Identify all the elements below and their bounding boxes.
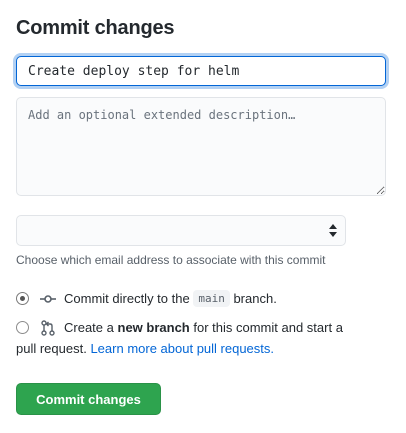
commit-changes-button[interactable]: Commit changes bbox=[16, 383, 161, 415]
email-note: Choose which email address to associate … bbox=[16, 253, 326, 267]
new-branch-bold: new branch bbox=[117, 320, 190, 335]
commit-direct-radio[interactable] bbox=[16, 292, 29, 305]
branch-name: main bbox=[193, 290, 230, 307]
direct-prefix: Commit directly to the bbox=[64, 291, 190, 306]
commit-summary-input[interactable] bbox=[16, 56, 386, 86]
new-branch-suffix: for this commit and start a bbox=[193, 320, 343, 335]
new-branch-radio[interactable] bbox=[16, 321, 29, 334]
learn-more-link[interactable]: Learn more about pull requests. bbox=[90, 341, 274, 356]
select-arrows-icon bbox=[329, 224, 337, 237]
new-branch-line2: pull request. bbox=[16, 341, 87, 356]
page-title: Commit changes bbox=[16, 17, 175, 39]
new-branch-prefix: Create a bbox=[64, 320, 114, 335]
git-pull-request-icon bbox=[41, 320, 55, 336]
direct-suffix: branch. bbox=[233, 291, 277, 306]
email-select[interactable] bbox=[16, 215, 346, 246]
new-branch-option[interactable]: Create a new branch for this commit and … bbox=[16, 317, 396, 361]
git-commit-icon bbox=[40, 295, 56, 303]
commit-description-textarea[interactable] bbox=[16, 97, 386, 196]
commit-direct-option[interactable]: Commit directly to the main branch. bbox=[16, 288, 396, 310]
